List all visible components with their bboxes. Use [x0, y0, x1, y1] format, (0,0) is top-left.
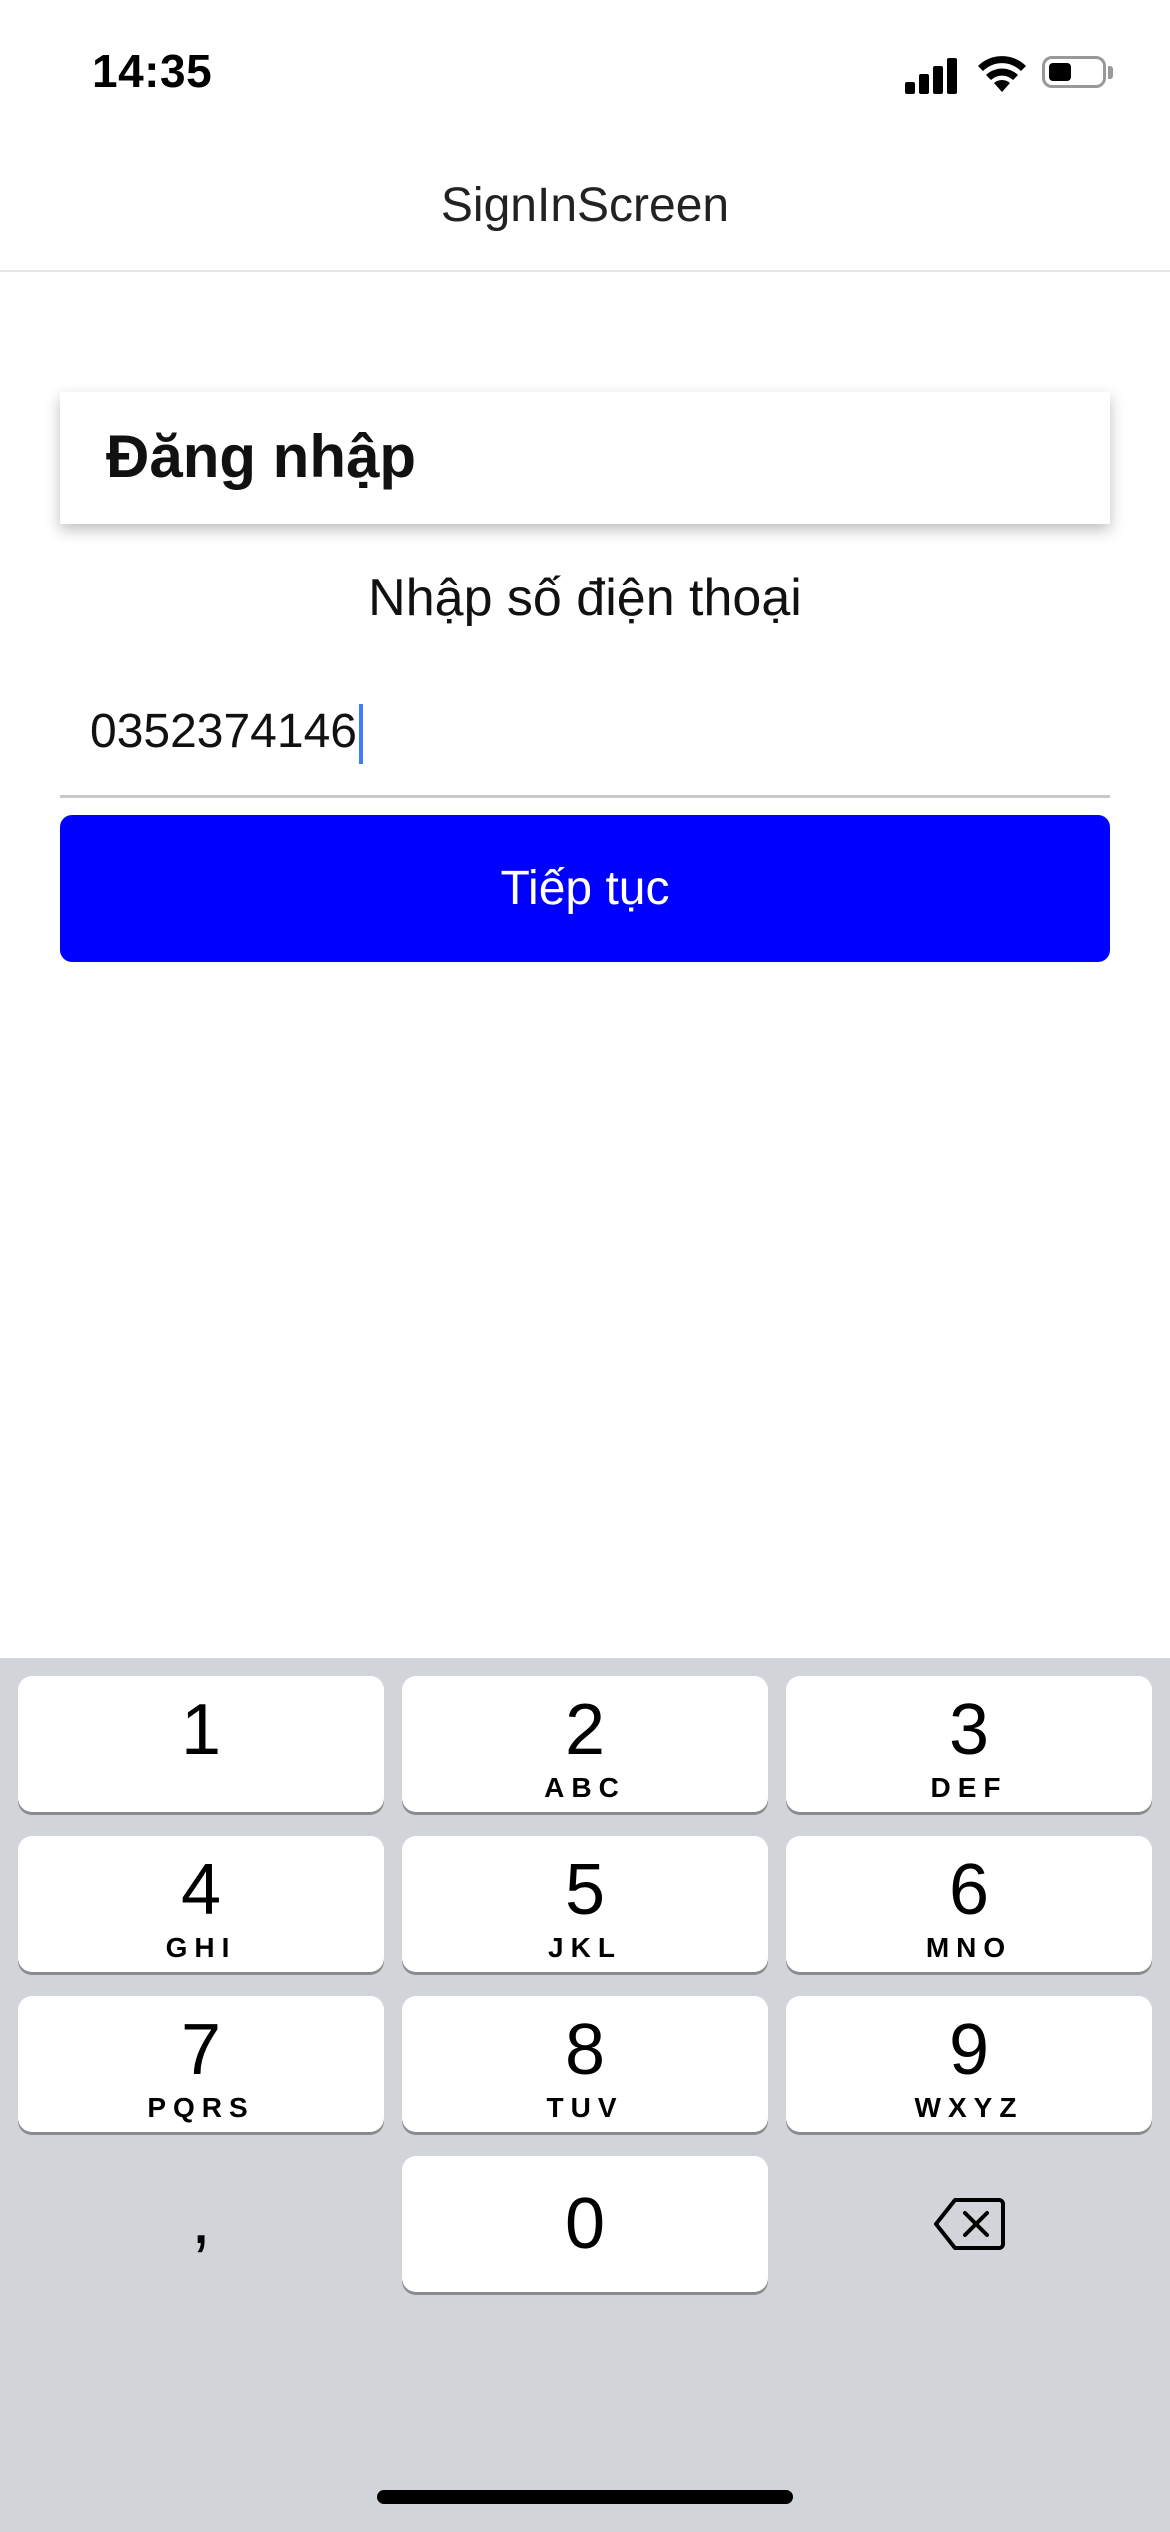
phone-prompt-label: Nhập số điện thoại [368, 569, 802, 627]
wifi-icon [978, 56, 1026, 92]
key-letters: WXYZ [914, 2092, 1024, 2123]
backspace-icon [934, 2198, 1005, 2250]
key-digit: 5 [564, 1850, 606, 1930]
key-letters: ABC [544, 1772, 626, 1803]
key-7[interactable]: 7 PQRS [18, 1996, 384, 2132]
key-letters: TUV [546, 2092, 624, 2123]
delete-key[interactable] [786, 2156, 1152, 2292]
text-caret [358, 704, 363, 765]
cellular-signal-icon [905, 56, 961, 94]
nav-title: SignInScreen [440, 179, 730, 232]
continue-button[interactable]: Tiếp tục [60, 815, 1110, 962]
battery-icon [1042, 56, 1106, 88]
key-letters: PQRS [147, 2092, 255, 2123]
key-letters: DEF [930, 1772, 1008, 1803]
key-5[interactable]: 5 JKL [402, 1836, 768, 1972]
navigation-bar: SignInScreen [0, 140, 1170, 272]
key-digit: 0 [564, 2184, 606, 2264]
phone-number-value: 0352374146 [90, 705, 357, 758]
key-1[interactable]: 1 [18, 1676, 384, 1812]
comma-key[interactable]: , [18, 2156, 384, 2292]
home-indicator[interactable] [377, 2490, 793, 2504]
key-digit: 7 [180, 2010, 222, 2090]
key-0[interactable]: 0 [402, 2156, 768, 2292]
key-3[interactable]: 3 DEF [786, 1676, 1152, 1812]
key-6[interactable]: 6 MNO [786, 1836, 1152, 1972]
key-digit: 9 [948, 2010, 990, 2090]
key-4[interactable]: 4 GHI [18, 1836, 384, 1972]
key-8[interactable]: 8 TUV [402, 1996, 768, 2132]
login-title: Đăng nhập [106, 423, 416, 490]
phone-number-input[interactable]: 0352374146 [60, 676, 1110, 798]
key-digit: 8 [564, 2010, 606, 2090]
key-letters: JKL [548, 1932, 622, 1963]
key-digit: 6 [948, 1850, 990, 1930]
key-digit: 4 [180, 1850, 222, 1930]
comma-glyph: , [190, 2179, 211, 2259]
key-letters: GHI [165, 1932, 237, 1963]
status-bar: 14:35 [0, 0, 1170, 140]
key-letters: MNO [925, 1932, 1013, 1963]
continue-button-label: Tiếp tục [500, 862, 670, 915]
key-digit: 3 [948, 1690, 990, 1770]
key-digit: 2 [564, 1690, 606, 1770]
login-header-card: Đăng nhập [60, 392, 1110, 524]
key-2[interactable]: 2 ABC [402, 1676, 768, 1812]
status-time: 14:35 [92, 45, 213, 97]
numeric-keyboard: 1 2 ABC 3 DEF 4 GHI 5 JKL 6 MNO 7 PQRS 8… [0, 1658, 1170, 2532]
battery-cap [1108, 66, 1113, 79]
key-digit: 1 [180, 1690, 222, 1770]
key-9[interactable]: 9 WXYZ [786, 1996, 1152, 2132]
